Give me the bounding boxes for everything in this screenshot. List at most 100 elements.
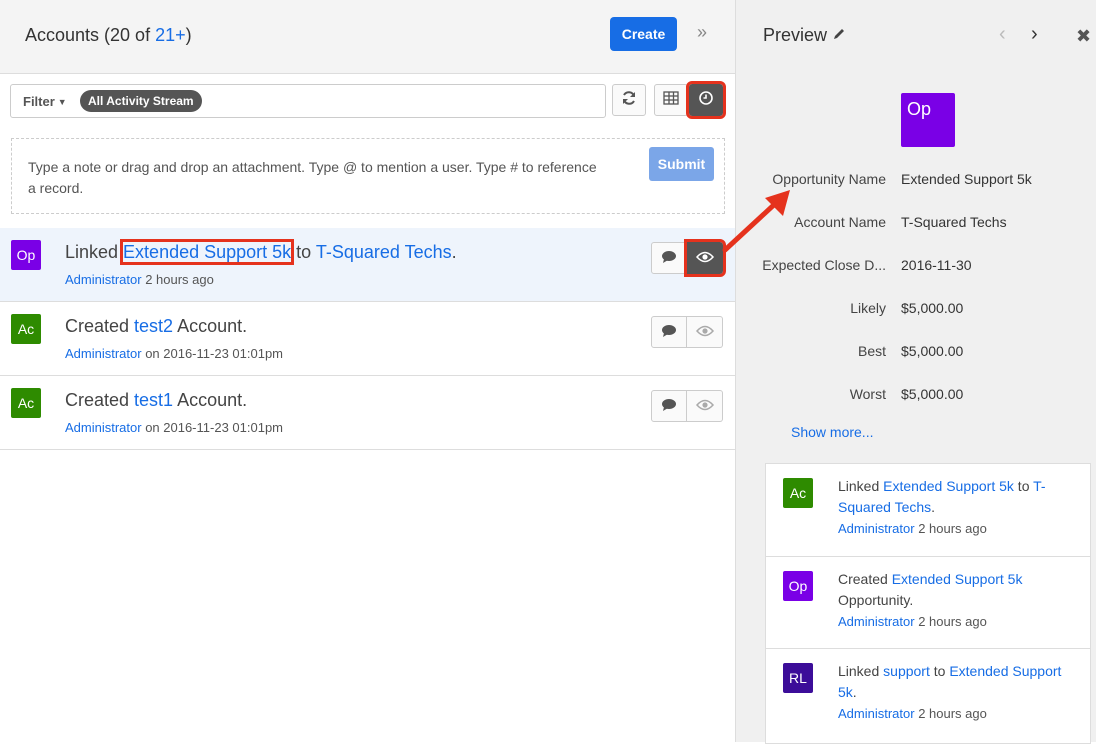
author-link[interactable]: Administrator — [65, 272, 142, 287]
field-label: Worst — [849, 386, 886, 402]
activity-meta: Administrator 2 hours ago — [65, 272, 214, 287]
comment-icon — [661, 250, 677, 267]
timestamp: 2 hours ago — [914, 521, 987, 536]
filter-dropdown[interactable]: Filter ▼ — [23, 94, 67, 109]
author-link[interactable]: Administrator — [838, 614, 915, 629]
field-account-name: Account Name T-Squared Techs — [736, 214, 1096, 234]
close-icon[interactable]: ✖ — [1076, 26, 1091, 47]
activity-verb: Created — [65, 390, 135, 410]
note-placeholder[interactable]: Type a note or drag and drop an attachme… — [28, 157, 598, 199]
pencil-icon[interactable] — [832, 25, 846, 45]
comment-button[interactable] — [651, 316, 687, 348]
preview-button[interactable] — [684, 239, 726, 277]
record-link[interactable]: Extended Support 5k — [883, 478, 1014, 494]
activity-meta: Administrator on 2016-11-23 01:01pm — [65, 346, 283, 361]
record-link[interactable]: Extended Support 5k — [120, 239, 295, 265]
activity-row: Ac Created test1 Account. Administrator … — [0, 376, 735, 450]
avatar[interactable]: Op — [783, 571, 813, 601]
comment-button[interactable] — [651, 390, 687, 422]
activity-text: Linked support to Extended Support 5k. Ad… — [838, 661, 1073, 724]
timestamp: 2 hours ago — [914, 614, 987, 629]
row-actions — [651, 239, 726, 277]
refresh-icon — [621, 90, 637, 110]
field-label: Account Name — [794, 214, 886, 230]
author-link[interactable]: Administrator — [838, 521, 915, 536]
avatar[interactable]: RL — [783, 663, 813, 693]
activity-connector: Account. — [173, 390, 248, 410]
comment-icon — [661, 398, 677, 415]
activity-end: . — [852, 684, 857, 700]
activity-connector: to — [929, 663, 950, 679]
activity-verb: Linked — [838, 663, 884, 679]
author-link[interactable]: Administrator — [65, 346, 142, 361]
comment-button[interactable] — [651, 242, 687, 274]
activity-row: Op Linked Extended Support 5k to T-Squar… — [0, 228, 735, 302]
chevron-right-icon[interactable]: › — [1031, 23, 1038, 46]
activity-verb: Linked — [65, 242, 124, 262]
field-label: Expected Close D... — [762, 257, 886, 273]
show-more-link[interactable]: Show more... — [791, 424, 873, 440]
field-value-link[interactable]: T-Squared Techs — [901, 214, 1007, 230]
activity-meta: Administrator 2 hours ago — [838, 611, 1073, 632]
preview-avatar: Op — [901, 93, 955, 147]
record-count-link[interactable]: 21+ — [155, 25, 186, 45]
activity-text: Linked Extended Support 5k to T-Squared … — [65, 239, 457, 265]
activity-text: Created test2 Account. — [65, 316, 247, 337]
chevron-left-icon[interactable]: ‹ — [999, 23, 1006, 46]
note-input[interactable]: Type a note or drag and drop an attachme… — [11, 138, 725, 214]
field-value: 2016-11-30 — [901, 257, 972, 273]
table-icon — [663, 91, 679, 109]
collapse-panel-icon[interactable]: » — [697, 22, 707, 43]
avatar[interactable]: Ac — [783, 478, 813, 508]
record-link[interactable]: Extended Support 5k — [892, 571, 1023, 587]
field-label: Likely — [850, 300, 886, 316]
field-best: Best $5,000.00 — [736, 343, 1096, 363]
activity-connector: to — [291, 242, 316, 262]
page-title: Accounts (20 of 21+) — [25, 25, 192, 46]
timestamp: on 2016-11-23 01:01pm — [141, 420, 283, 435]
list-item: RL Linked support to Extended Support 5k… — [766, 649, 1090, 742]
submit-button[interactable]: Submit — [649, 147, 714, 181]
activity-meta: Administrator on 2016-11-23 01:01pm — [65, 420, 283, 435]
activity-verb: Linked — [838, 478, 884, 494]
activity-text: Created Extended Support 5k Opportunity.… — [838, 569, 1073, 632]
avatar[interactable]: Ac — [11, 388, 41, 418]
activity-meta: Administrator 2 hours ago — [838, 518, 1073, 539]
record-link[interactable]: T-Squared Techs — [316, 242, 452, 262]
activity-text: Linked Extended Support 5k to T-Squared … — [838, 476, 1073, 539]
list-header: Accounts (20 of 21+) Create » — [0, 0, 735, 74]
clock-icon — [698, 90, 714, 110]
field-label: Opportunity Name — [772, 171, 886, 187]
eye-icon — [695, 324, 714, 340]
author-link[interactable]: Administrator — [838, 706, 915, 721]
field-label: Best — [857, 343, 886, 359]
timestamp: 2 hours ago — [141, 272, 214, 287]
record-link[interactable]: support — [883, 663, 930, 679]
avatar[interactable]: Ac — [11, 314, 41, 344]
activity-connector: Opportunity. — [838, 592, 914, 608]
record-link[interactable]: test2 — [134, 316, 173, 336]
avatar[interactable]: Op — [11, 240, 41, 270]
refresh-button[interactable] — [612, 84, 646, 116]
field-value-link[interactable]: Extended Support 5k — [901, 171, 1032, 187]
preview-button[interactable] — [687, 390, 723, 422]
preview-button[interactable] — [687, 316, 723, 348]
author-link[interactable]: Administrator — [65, 420, 142, 435]
activity-verb: Created — [65, 316, 135, 336]
field-likely: Likely $5,000.00 — [736, 300, 1096, 320]
eye-icon — [695, 398, 714, 414]
create-button[interactable]: Create — [610, 17, 677, 51]
timestamp: on 2016-11-23 01:01pm — [141, 346, 283, 361]
field-value: $5,000.00 — [901, 300, 964, 316]
activity-end: . — [931, 499, 936, 515]
filter-bar[interactable]: Filter ▼ All Activity Stream — [10, 84, 606, 118]
activity-stream-button[interactable] — [686, 81, 726, 119]
filter-label: Filter — [23, 94, 55, 109]
list-view-button[interactable] — [654, 84, 688, 116]
row-actions — [651, 316, 723, 348]
record-link[interactable]: test1 — [134, 390, 173, 410]
caret-down-icon: ▼ — [57, 97, 67, 107]
timestamp: 2 hours ago — [914, 706, 987, 721]
preview-activity-stream: Ac Linked Extended Support 5k to T-Squar… — [765, 463, 1091, 744]
filter-pill[interactable]: All Activity Stream — [80, 90, 202, 112]
